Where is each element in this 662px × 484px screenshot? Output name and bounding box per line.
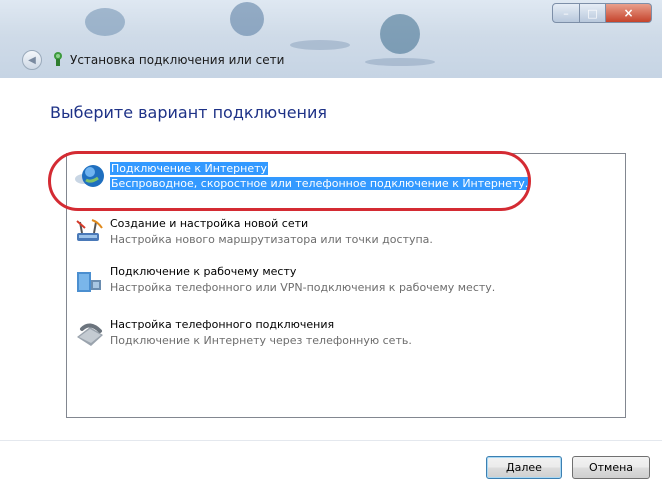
back-arrow-icon: ◀	[28, 54, 36, 66]
background-blur-shape	[230, 2, 264, 36]
network-setup-icon	[76, 219, 103, 241]
option-title: Подключение к рабочему месту	[110, 265, 297, 278]
minimize-button[interactable]: –	[552, 3, 580, 23]
window-title: Установка подключения или сети	[70, 53, 285, 67]
maximize-icon: □	[587, 6, 598, 20]
close-button[interactable]: ×	[606, 3, 652, 23]
option-title: Создание и настройка новой сети	[110, 217, 309, 230]
next-button[interactable]: Далее	[486, 456, 562, 479]
workplace-icon	[77, 272, 101, 292]
phone-icon	[77, 323, 103, 346]
minimize-icon: –	[563, 6, 569, 20]
title-bar: – □ × ◀ Установка подключения или сети	[0, 0, 662, 78]
network-wizard-icon	[54, 52, 62, 66]
close-icon: ×	[623, 6, 634, 20]
cancel-button[interactable]: Отмена	[572, 456, 650, 479]
option-description: Настройка нового маршрутизатора или точк…	[110, 233, 433, 246]
option-workplace-connection[interactable]: Подключение к рабочему месту Настройка т…	[67, 261, 625, 301]
back-button[interactable]: ◀	[22, 50, 42, 70]
highlight-annotation	[48, 151, 531, 211]
background-blur-shape	[290, 40, 350, 50]
background-blur-shape	[85, 8, 125, 36]
page-title: Выберите вариант подключения	[50, 103, 328, 122]
option-dialup-connection[interactable]: Настройка телефонного подключения Подклю…	[67, 314, 625, 354]
window-controls: – □ ×	[552, 3, 652, 23]
option-new-network[interactable]: Создание и настройка новой сети Настройк…	[67, 213, 625, 253]
background-blur-shape	[380, 14, 420, 54]
option-description: Настройка телефонного или VPN-подключени…	[110, 281, 496, 294]
footer-divider	[0, 440, 662, 441]
option-description: Подключение к Интернету через телефонную…	[110, 334, 412, 347]
option-title: Настройка телефонного подключения	[110, 318, 335, 331]
background-blur-shape	[365, 58, 435, 66]
maximize-button[interactable]: □	[580, 3, 606, 23]
